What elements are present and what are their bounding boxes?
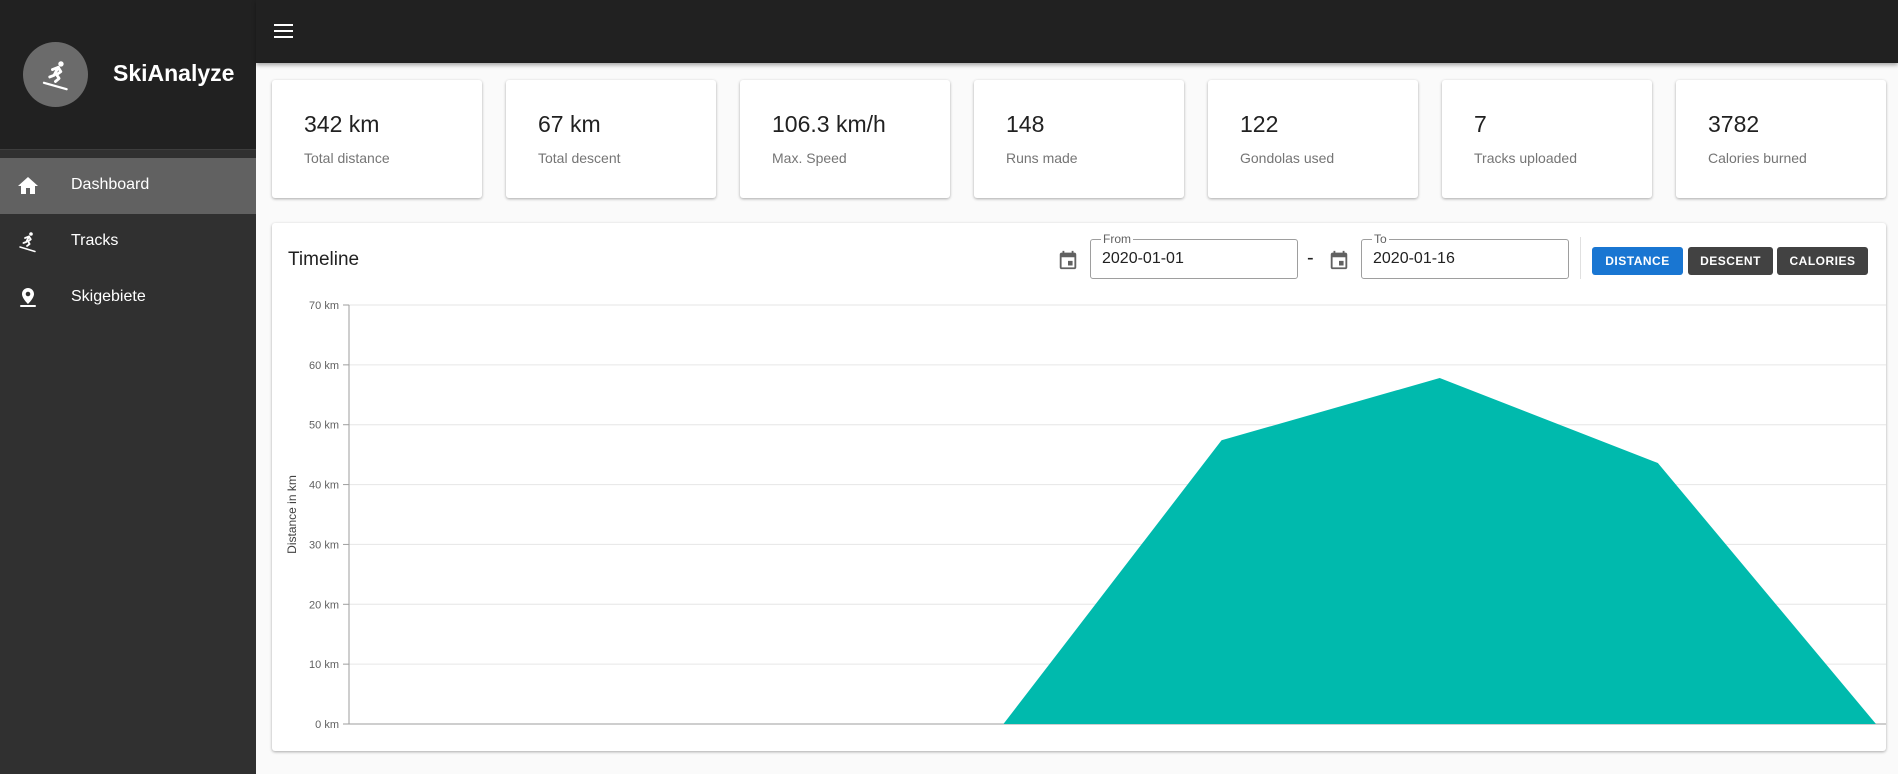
stat-value: 342 km [304, 111, 380, 137]
y-tick-label: 70 km [309, 300, 339, 312]
location-pin-icon [20, 288, 36, 307]
distance-area-series [349, 378, 1876, 724]
stat-label: Total descent [538, 150, 621, 166]
skier-icon [42, 60, 68, 90]
stat-label: Gondolas used [1240, 150, 1335, 166]
stat-label: Total distance [304, 150, 390, 166]
y-tick-label: 20 km [309, 599, 339, 611]
menu-button[interactable] [270, 18, 298, 44]
stat-value: 106.3 km/h [772, 111, 886, 137]
skiing-icon [19, 232, 36, 253]
stat-card-tracks-uploaded: 7 Tracks uploaded [1442, 80, 1652, 198]
sidebar-item-label: Dashboard [71, 176, 150, 193]
stat-label: Runs made [1006, 150, 1078, 166]
y-tick-label: 0 km [315, 719, 339, 731]
sidebar-item-label: Tracks [71, 232, 119, 249]
app-name: SkiAnalyze [113, 60, 235, 86]
stat-card-calories-burned: 3782 Calories burned [1676, 80, 1886, 198]
sidebar-item-skigebiete[interactable]: Skigebiete [0, 270, 256, 326]
stat-card-total-distance: 342 km Total distance [272, 80, 482, 198]
y-tick-label: 40 km [309, 480, 339, 492]
sidebar-header: SkiAnalyze [0, 0, 256, 150]
home-icon [18, 177, 38, 194]
y-tick-label: 30 km [309, 539, 339, 551]
stat-value: 67 km [538, 111, 601, 137]
y-tick-label: 60 km [309, 360, 339, 372]
app-logo [23, 42, 88, 107]
sidebar-item-tracks[interactable]: Tracks [0, 214, 256, 270]
y-axis-title: Distance in km [285, 475, 299, 554]
stat-card-max-speed: 106.3 km/h Max. Speed [740, 80, 950, 198]
y-tick-label: 10 km [309, 659, 339, 671]
stat-card-runs-made: 148 Runs made [974, 80, 1184, 198]
stat-value: 122 [1240, 111, 1279, 137]
stat-card-total-descent: 67 km Total descent [506, 80, 716, 198]
hamburger-menu-icon [274, 24, 293, 38]
stat-value: 7 [1474, 111, 1487, 137]
stat-card-gondolas-used: 122 Gondolas used [1208, 80, 1418, 198]
timeline-chart: 0 km 10 km 20 km 30 km 40 km 50 km 60 km 70 km D… [285, 300, 1886, 731]
stat-label: Max. Speed [772, 150, 847, 166]
sidebar-item-dashboard[interactable]: Dashboard [0, 158, 256, 214]
timeline-card: Timeline From - To Distance Descent Calo… [272, 223, 1886, 751]
sidebar: SkiAnalyze Dashboard Tracks Skigebiete [0, 0, 256, 774]
top-app-bar [256, 0, 1898, 63]
stat-value: 3782 [1708, 111, 1760, 137]
stat-label: Calories burned [1708, 150, 1807, 166]
sidebar-item-label: Skigebiete [71, 288, 146, 305]
y-tick-label: 50 km [309, 420, 339, 432]
stat-value: 148 [1006, 111, 1045, 137]
stat-label: Tracks uploaded [1474, 150, 1577, 166]
